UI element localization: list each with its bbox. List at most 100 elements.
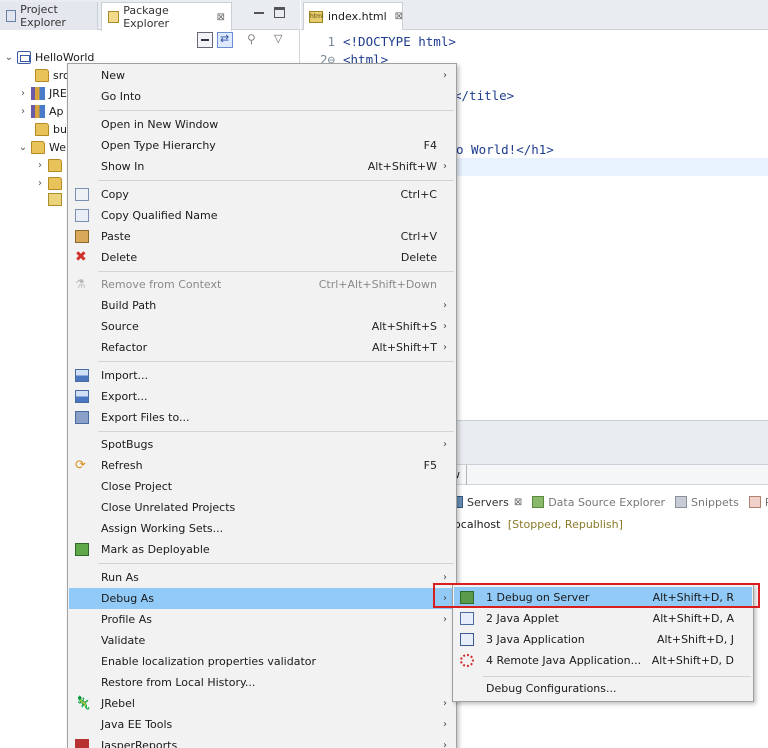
menu-item-label: Close Unrelated Projects [101, 501, 236, 514]
chevron-right-icon: › [443, 300, 447, 311]
tab-label: Servers [467, 495, 509, 509]
menu-item-run-as[interactable]: Run As › [69, 567, 455, 588]
menu-item-go-into[interactable]: Go Into [69, 86, 455, 107]
tab-package-explorer[interactable]: Package Explorer ⊠ [101, 2, 232, 31]
menu-item-jrebel[interactable]: 🦎 JRebel › [69, 693, 455, 714]
view-menu-icon[interactable]: ▽ [274, 32, 290, 48]
tab-data-source-explorer[interactable]: Data Source Explorer [532, 496, 665, 509]
menu-item-label: Open in New Window [101, 118, 219, 131]
maximize-icon[interactable] [274, 7, 285, 18]
tab-label: Data Source Explorer [548, 495, 666, 509]
tab-project-explorer[interactable]: Project Explorer [0, 2, 98, 30]
tab-partial[interactable]: Pr [748, 496, 768, 509]
menu-item-copy-qualified-name[interactable]: Copy Qualified Name [69, 205, 455, 226]
tree-item-src[interactable]: src [22, 66, 69, 84]
debug-on-server-icon [460, 591, 474, 604]
jasperreports-icon [75, 739, 89, 748]
menu-item-enable-localization-validator[interactable]: Enable localization properties validator [69, 651, 455, 672]
debug-as-submenu: 1 Debug on Server Alt+Shift+D, R 2 Java A… [452, 584, 754, 702]
close-icon[interactable]: ⊠ [217, 12, 225, 23]
link-with-editor-icon[interactable] [217, 32, 233, 48]
panel-tabs: Servers ⊠ Data Source Explorer Snippets … [451, 492, 768, 512]
tree-item-build[interactable]: bu [22, 120, 67, 138]
tree-item-webcontent[interactable]: ⌄ We [18, 138, 66, 156]
menu-item-export[interactable]: Export... [69, 386, 455, 407]
view-tab-bar: Project Explorer Package Explorer ⊠ [0, 0, 300, 31]
close-icon[interactable]: ⊠ [514, 497, 522, 508]
menu-item-restore-from-local-history[interactable]: Restore from Local History... [69, 672, 455, 693]
menu-item-java-application[interactable]: 3 Java Application Alt+Shift+D, J [454, 629, 752, 650]
server-status: [Stopped, Republish] [507, 518, 623, 531]
menu-item-mark-as-deployable[interactable]: Mark as Deployable [69, 539, 455, 560]
menu-item-validate[interactable]: Validate [69, 630, 455, 651]
shortcut-text: Alt+Shift+D, J [656, 633, 734, 646]
jrebel-icon: 🦎 [75, 696, 92, 711]
menu-item-open-type-hierarchy[interactable]: Open Type Hierarchy F4 [69, 135, 455, 156]
menu-item-new[interactable]: New › [69, 65, 455, 86]
menu-item-build-path[interactable]: Build Path › [69, 295, 455, 316]
menu-item-jasperreports[interactable]: JasperReports › [69, 735, 455, 748]
menu-item-label: Refresh [101, 459, 143, 472]
close-icon[interactable]: ⊠ [395, 11, 403, 22]
twisty-icon[interactable]: › [35, 178, 45, 189]
chevron-right-icon: › [443, 70, 447, 81]
remove-from-context-icon: ⚗ [75, 277, 86, 291]
menu-item-open-in-new-window[interactable]: Open in New Window [69, 114, 455, 135]
code-text: o World!</h1> [456, 141, 554, 157]
menu-item-show-in[interactable]: Show In Alt+Shift+W › [69, 156, 455, 177]
tree-item-subfolder[interactable]: › [35, 156, 66, 174]
collapse-all-icon[interactable] [197, 32, 213, 48]
twisty-icon[interactable]: › [18, 106, 28, 117]
menu-item-spotbugs[interactable]: SpotBugs › [69, 434, 455, 455]
minimize-icon[interactable] [252, 6, 266, 20]
menu-item-delete[interactable]: ✖ Delete Delete [69, 247, 455, 268]
shortcut-text: F5 [423, 459, 437, 472]
menu-item-refresh[interactable]: ⟳ Refresh F5 [69, 455, 455, 476]
menu-item-export-files[interactable]: Export Files to... [69, 407, 455, 428]
tab-snippets[interactable]: Snippets [675, 496, 739, 509]
twisty-icon[interactable]: ⌄ [4, 52, 14, 63]
tree-item-jre[interactable]: › JRE [18, 84, 67, 102]
menu-item-paste[interactable]: Paste Ctrl+V [69, 226, 455, 247]
menu-item-label: Copy [101, 188, 129, 201]
server-entry[interactable]: localhost [Stopped, Republish] [451, 518, 623, 531]
menu-item-java-applet[interactable]: 2 Java Applet Alt+Shift+D, A [454, 608, 752, 629]
focus-on-task-icon[interactable]: ⚲ [247, 32, 263, 48]
chevron-right-icon: › [443, 439, 447, 450]
menu-item-close-project[interactable]: Close Project [69, 476, 455, 497]
import-icon [75, 369, 89, 382]
deploy-icon [75, 543, 89, 556]
twisty-icon[interactable]: ⌄ [18, 142, 28, 153]
menu-item-label: Remove from Context [101, 278, 222, 291]
package-folder-icon [35, 68, 49, 82]
menu-item-debug-as[interactable]: Debug As › [69, 588, 455, 609]
menu-item-label: Close Project [101, 480, 173, 493]
menu-item-java-ee-tools[interactable]: Java EE Tools › [69, 714, 455, 735]
menu-item-copy[interactable]: Copy Ctrl+C [69, 184, 455, 205]
menu-item-assign-working-sets[interactable]: Assign Working Sets... [69, 518, 455, 539]
menu-item-label: Import... [101, 369, 148, 382]
menu-separator [98, 431, 454, 432]
tab-index-html[interactable]: html index.html ⊠ [303, 2, 403, 30]
snippets-icon [675, 496, 688, 508]
shortcut-text: Delete [400, 251, 437, 264]
twisty-icon[interactable]: › [18, 88, 28, 99]
menu-item-remote-java-application[interactable]: 4 Remote Java Application... Alt+Shift+D,… [454, 650, 752, 671]
menu-item-label: Export... [101, 390, 148, 403]
package-explorer-icon [108, 11, 120, 23]
tree-item-ap[interactable]: › Ap [18, 102, 64, 120]
twisty-icon[interactable]: › [35, 160, 45, 171]
menu-item-debug-configurations[interactable]: Debug Configurations... [454, 678, 752, 699]
menu-item-import[interactable]: Import... [69, 365, 455, 386]
menu-item-close-unrelated-projects[interactable]: Close Unrelated Projects [69, 497, 455, 518]
menu-item-profile-as[interactable]: Profile As › [69, 609, 455, 630]
tree-item-index-html[interactable] [48, 190, 66, 208]
divider [466, 465, 467, 485]
code-line: 1 <!DOCTYPE html> [301, 32, 768, 50]
menu-item-label: Enable localization properties validator [101, 655, 317, 668]
menu-item-debug-on-server[interactable]: 1 Debug on Server Alt+Shift+D, R [454, 587, 752, 608]
menu-item-source[interactable]: Source Alt+Shift+S › [69, 316, 455, 337]
menu-item-refactor[interactable]: Refactor Alt+Shift+T › [69, 337, 455, 358]
tab-servers[interactable]: Servers ⊠ [451, 496, 522, 509]
menu-item-label: Mark as Deployable [101, 543, 210, 556]
